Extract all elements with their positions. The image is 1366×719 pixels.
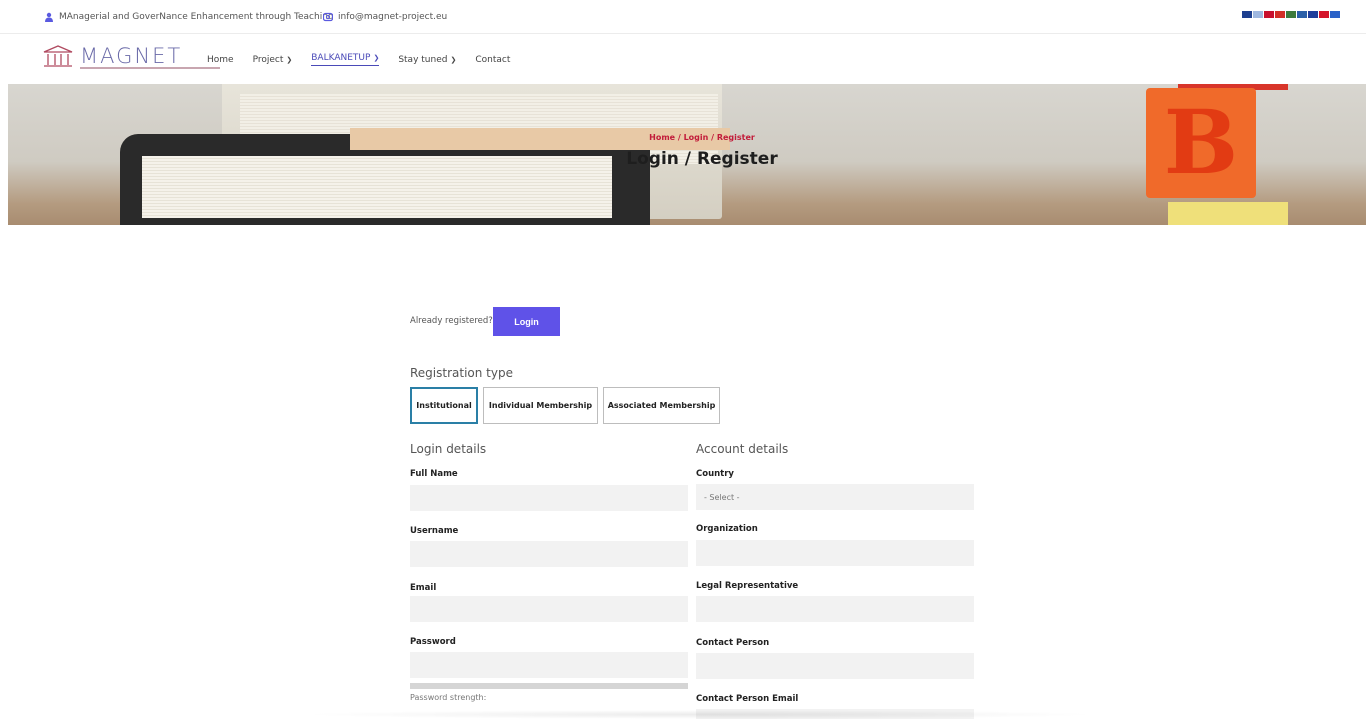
columns-icon — [43, 45, 73, 67]
hero-text: Home / Login / Register Login / Register — [622, 133, 782, 169]
magnet-logo[interactable]: MAGNET — [43, 44, 220, 73]
breadcrumb[interactable]: Home / Login / Register — [622, 133, 782, 142]
email-text: info@magnet-project.eu — [338, 12, 448, 22]
organization-field[interactable] — [696, 540, 974, 566]
mail-icon — [323, 12, 333, 22]
toy-block-image — [1168, 202, 1288, 225]
hero-banner: B Home / Login / Register Login / Regist… — [8, 84, 1366, 225]
logo-text: MAGNET — [80, 44, 183, 68]
legal-representative-label: Legal Representative — [696, 581, 799, 591]
email-link[interactable]: info@magnet-project.eu — [323, 12, 447, 22]
logo-tagline-line — [80, 67, 220, 69]
username-label: Username — [410, 526, 459, 536]
nav-item-stay-tuned[interactable]: Stay tuned ❯ — [398, 53, 456, 66]
country-label: Country — [696, 469, 734, 479]
tab-individual-membership[interactable]: Individual Membership — [483, 387, 598, 424]
language-flag-icon[interactable] — [1319, 11, 1329, 18]
nav-item-contact[interactable]: Contact — [475, 53, 510, 66]
legal-representative-field[interactable] — [696, 596, 974, 622]
password-label: Password — [410, 637, 456, 647]
page-shadow — [300, 710, 1100, 719]
email-label: Email — [410, 583, 437, 593]
block-letter: B — [1163, 90, 1239, 194]
already-registered-text: Already registered? — [410, 316, 493, 326]
password-strength-label: Password strength: — [410, 693, 487, 702]
contact-person-field[interactable] — [696, 653, 974, 679]
account-details-heading: Account details — [696, 442, 789, 456]
tagline-text: MAnagerial and GoverNance Enhancement th… — [59, 12, 334, 22]
language-flag-icon[interactable] — [1286, 11, 1296, 18]
full-name-label: Full Name — [410, 469, 458, 479]
nav-item-label: Home — [207, 54, 234, 65]
language-flag-icon[interactable] — [1242, 11, 1252, 18]
chevron-down-icon: ❯ — [450, 55, 457, 64]
full-name-field[interactable] — [410, 485, 688, 511]
email-field[interactable] — [410, 596, 688, 622]
tab-institutional[interactable]: Institutional — [410, 387, 478, 424]
contact-person-email-label: Contact Person Email — [696, 694, 799, 704]
contact-person-label: Contact Person — [696, 638, 770, 648]
registration-type-tabs: Institutional Individual Membership Asso… — [410, 387, 720, 424]
username-field[interactable] — [410, 541, 688, 567]
nav-item-label: Contact — [475, 54, 511, 65]
language-flag-icon[interactable] — [1264, 11, 1274, 18]
user-icon — [45, 12, 53, 22]
nav-item-balkanetup[interactable]: BALKANETUP ❯ — [311, 53, 380, 66]
language-flags[interactable] — [1242, 11, 1340, 18]
page-title: Login / Register — [626, 149, 778, 169]
country-select[interactable]: - Select - — [696, 484, 974, 510]
password-strength-bar — [410, 683, 688, 689]
nav-item-label: Project — [252, 54, 284, 65]
toy-block-image: B — [1146, 88, 1256, 198]
book-image — [120, 128, 730, 225]
language-flag-icon[interactable] — [1308, 11, 1318, 18]
nav-item-project[interactable]: Project ❯ — [253, 53, 293, 66]
tab-associated-membership[interactable]: Associated Membership — [603, 387, 720, 424]
registration-type-heading: Registration type — [410, 366, 513, 380]
nav-item-home[interactable]: Home — [207, 53, 234, 66]
nav-item-label: BALKANETUP — [311, 53, 371, 63]
language-flag-icon[interactable] — [1297, 11, 1307, 18]
chevron-down-icon: ❯ — [373, 54, 380, 62]
tagline: MAnagerial and GoverNance Enhancement th… — [44, 12, 334, 22]
top-bar: MAnagerial and GoverNance Enhancement th… — [0, 0, 1366, 34]
login-details-heading: Login details — [410, 442, 487, 456]
main-nav: MAGNET Home Project ❯ BALKANETUP ❯ Stay tu… — [0, 34, 1366, 84]
chevron-down-icon: ❯ — [286, 55, 293, 64]
nav-menu: Home Project ❯ BALKANETUP ❯ Stay tuned ❯ Co… — [207, 53, 529, 66]
language-flag-icon[interactable] — [1330, 11, 1340, 18]
nav-item-label: Stay tuned — [398, 54, 448, 65]
password-field[interactable] — [410, 652, 688, 678]
language-flag-icon[interactable] — [1275, 11, 1285, 18]
login-button[interactable]: Login — [493, 307, 560, 336]
organization-label: Organization — [696, 524, 758, 534]
language-flag-icon[interactable] — [1253, 11, 1263, 18]
